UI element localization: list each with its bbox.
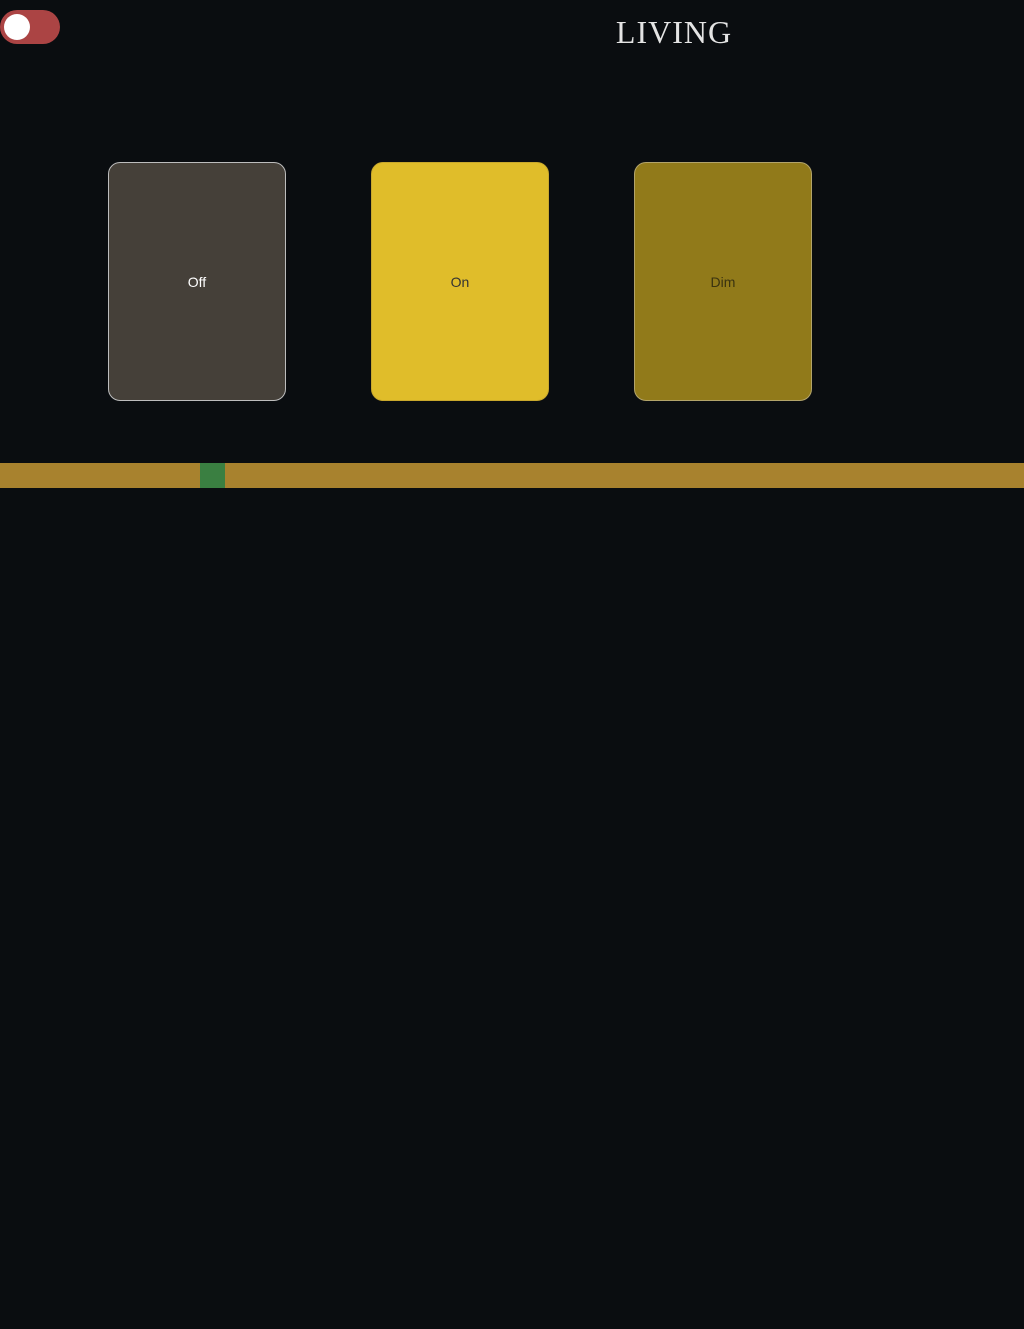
scene-off-button[interactable]: Off (108, 162, 286, 401)
brightness-slider[interactable] (0, 463, 1024, 488)
toggle-knob (4, 14, 30, 40)
room-title: LIVING (615, 14, 733, 50)
power-toggle[interactable] (0, 10, 60, 44)
scene-on-button[interactable]: On (371, 162, 549, 401)
brightness-slider-thumb[interactable] (200, 463, 225, 488)
scene-dim-button[interactable]: Dim (634, 162, 812, 401)
